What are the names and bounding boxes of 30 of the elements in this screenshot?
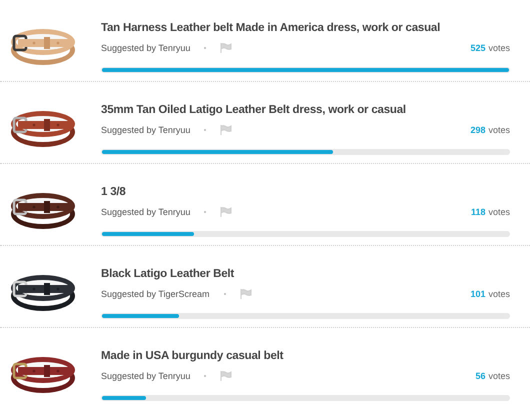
separator-dot xyxy=(224,293,226,295)
flag-icon[interactable] xyxy=(240,289,252,299)
votes-label: votes xyxy=(488,207,510,217)
separator-dot xyxy=(204,211,206,213)
votes-label: votes xyxy=(488,371,510,381)
suggested-by: Suggested by Tenryuu xyxy=(101,371,190,381)
vote-count: 118 xyxy=(470,207,486,217)
votes-label: votes xyxy=(488,43,510,53)
flag-icon[interactable] xyxy=(220,125,232,135)
item-title[interactable]: Made in USA burgundy casual belt xyxy=(101,348,510,365)
vote-count: 525 xyxy=(470,43,486,53)
votes-label: votes xyxy=(488,125,510,135)
vote-count: 298 xyxy=(470,125,486,135)
suggested-by: Suggested by Tenryuu xyxy=(101,43,190,53)
suggested-by: Suggested by TigerScream xyxy=(101,289,210,299)
separator-dot xyxy=(204,129,206,131)
flag-icon[interactable] xyxy=(220,43,232,53)
suggested-by: Suggested by Tenryuu xyxy=(101,125,190,135)
flag-icon[interactable] xyxy=(220,207,232,217)
item-title[interactable]: Black Latigo Leather Belt xyxy=(101,266,510,283)
separator-dot xyxy=(204,47,206,49)
item-title[interactable]: Tan Harness Leather belt Made in America dress, work or casual xyxy=(101,20,510,37)
item-title[interactable]: 35mm Tan Oiled Latigo Leather Belt dress, work or casual xyxy=(101,102,510,119)
item-title[interactable]: 1 3/8 xyxy=(101,184,510,201)
separator-dot xyxy=(204,375,206,377)
vote-count: 56 xyxy=(475,371,486,381)
votes-label: votes xyxy=(488,289,510,299)
suggested-by: Suggested by Tenryuu xyxy=(101,207,190,217)
flag-icon[interactable] xyxy=(220,371,232,381)
vote-count: 101 xyxy=(470,289,486,299)
